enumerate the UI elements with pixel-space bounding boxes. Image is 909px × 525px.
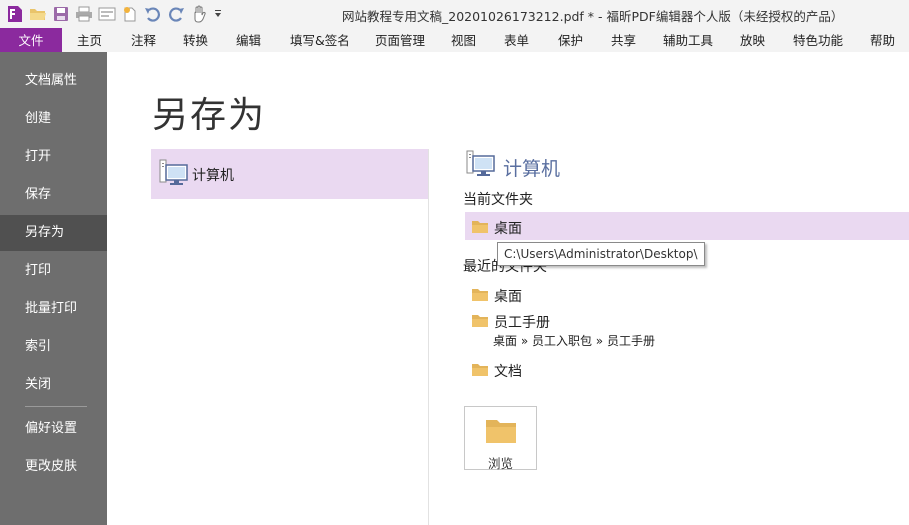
- tab-fill-sign[interactable]: 填写&签名: [290, 28, 350, 52]
- current-folder-desktop[interactable]: 桌面: [465, 212, 909, 240]
- tab-features[interactable]: 特色功能: [793, 28, 843, 52]
- folder-icon: [472, 363, 488, 380]
- title-bar: 网站教程专用文稿_20201026173212.pdf * - 福昕PDF编辑器…: [0, 0, 909, 28]
- tab-view[interactable]: 视图: [451, 28, 476, 52]
- panel-divider: [428, 149, 429, 525]
- save-icon[interactable]: [52, 5, 70, 23]
- folder-icon: [472, 314, 488, 331]
- computer-icon: [466, 150, 496, 184]
- folder-icon: [472, 288, 488, 305]
- folder-name: 桌面: [494, 289, 522, 305]
- open-folder-icon[interactable]: [29, 5, 47, 23]
- new-icon[interactable]: [121, 5, 139, 23]
- undo-icon[interactable]: [144, 5, 162, 23]
- form-icon[interactable]: [98, 5, 116, 23]
- current-folder-label: 当前文件夹: [463, 192, 533, 208]
- tab-form[interactable]: 表单: [504, 28, 529, 52]
- folder-name: 桌面: [494, 221, 522, 237]
- customize-dropdown-icon[interactable]: [213, 5, 223, 23]
- nav-document-properties[interactable]: 文档属性: [0, 63, 107, 99]
- folder-path: 桌面 » 员工入职包 » 员工手册: [493, 334, 655, 348]
- quick-access-toolbar: [6, 4, 228, 24]
- recent-folder-employee-handbook[interactable]: 员工手册: [465, 306, 909, 334]
- tab-file[interactable]: 文件: [0, 28, 62, 52]
- recent-folder-desktop[interactable]: 桌面: [465, 280, 909, 308]
- tab-help[interactable]: 帮助: [870, 28, 895, 52]
- nav-save-as[interactable]: 另存为: [0, 215, 107, 251]
- computer-icon: [159, 159, 189, 193]
- tab-home[interactable]: 主页: [77, 28, 102, 52]
- nav-divider: [25, 406, 87, 407]
- print-icon[interactable]: [75, 5, 93, 23]
- tab-edit[interactable]: 编辑: [236, 28, 261, 52]
- folder-name: 文档: [494, 364, 522, 380]
- folder-path-tooltip: C:\Users\Administrator\Desktop\: [497, 242, 705, 266]
- tab-convert[interactable]: 转换: [183, 28, 208, 52]
- folder-icon: [472, 220, 488, 237]
- window-title: 网站教程专用文稿_20201026173212.pdf * - 福昕PDF编辑器…: [342, 9, 844, 24]
- tab-page-management[interactable]: 页面管理: [375, 28, 425, 52]
- tab-comment[interactable]: 注释: [131, 28, 156, 52]
- nav-save[interactable]: 保存: [0, 177, 107, 213]
- tab-protect[interactable]: 保护: [558, 28, 583, 52]
- nav-preferences[interactable]: 偏好设置: [0, 411, 107, 447]
- browse-button[interactable]: 浏览: [464, 406, 537, 471]
- place-computer[interactable]: 计算机: [151, 149, 428, 199]
- folder-icon: [485, 418, 517, 448]
- page-title: 另存为: [152, 95, 267, 136]
- nav-open[interactable]: 打开: [0, 139, 107, 175]
- redo-icon[interactable]: [167, 5, 185, 23]
- ribbon-tab-bar: 文件 主页 注释 转换 编辑 填写&签名 页面管理 视图 表单 保护 共享 辅助…: [0, 28, 909, 53]
- folder-name: 员工手册: [494, 315, 550, 331]
- hand-tool-icon[interactable]: [190, 5, 208, 23]
- tab-share[interactable]: 共享: [611, 28, 636, 52]
- nav-close[interactable]: 关闭: [0, 367, 107, 403]
- browse-label: 浏览: [487, 456, 513, 471]
- nav-batch-print[interactable]: 批量打印: [0, 291, 107, 327]
- backstage-nav: 文档属性 创建 打开 保存 另存为 打印 批量打印 索引 关闭 偏好设置 更改皮…: [0, 52, 107, 525]
- recent-folder-documents[interactable]: 文档: [465, 355, 909, 383]
- nav-index[interactable]: 索引: [0, 329, 107, 365]
- tab-accessibility[interactable]: 辅助工具: [663, 28, 713, 52]
- tab-presentation[interactable]: 放映: [740, 28, 765, 52]
- nav-change-skin[interactable]: 更改皮肤: [0, 449, 107, 485]
- nav-create[interactable]: 创建: [0, 101, 107, 137]
- place-computer-label: 计算机: [192, 168, 234, 184]
- nav-print[interactable]: 打印: [0, 253, 107, 289]
- app-logo-icon[interactable]: [6, 5, 24, 23]
- section-title: 计算机: [503, 158, 561, 180]
